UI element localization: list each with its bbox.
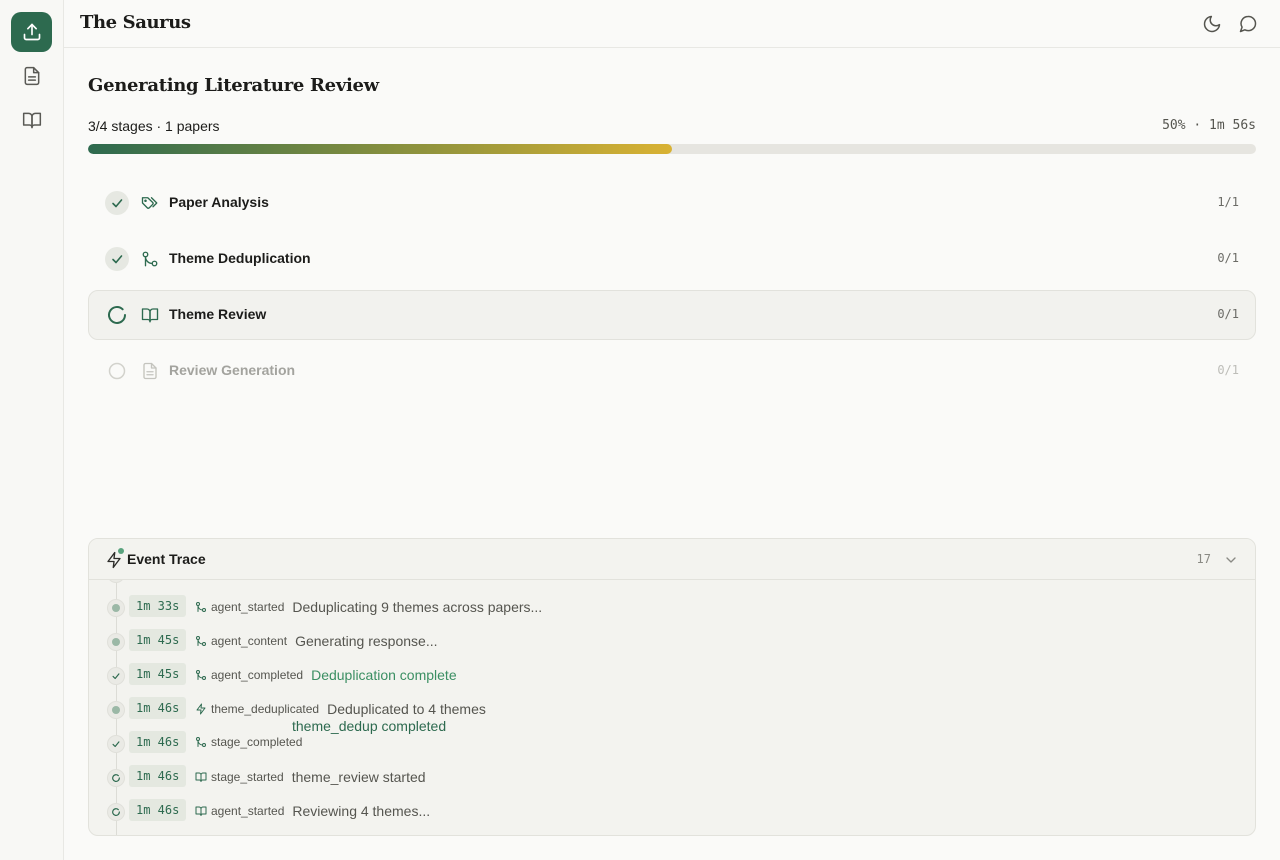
event-marker [107,701,125,719]
top-header: The Saurus [64,0,1280,48]
book-open-icon [22,112,41,129]
stage-count: 1/1 [1217,195,1239,209]
event-type: agent_started Reviewing 4 themes... [195,803,430,819]
chat-button[interactable] [1238,14,1258,34]
stage-label: Review Generation [169,362,296,378]
app-title: The Saurus [80,12,191,33]
progress-label: 50% · 1m 56s [1162,118,1256,133]
stage-theme-deduplication: Theme Deduplication 0/1 [88,234,1256,284]
event-time: 1m 33s [129,595,187,617]
stage-count: 0/1 [1217,307,1239,321]
event-trace-title: Event Trace [127,551,206,567]
event-type-label: agent_started [211,600,285,614]
event-row: 1m 46s stage_completed theme_dedup complet… [89,718,1255,760]
event-time: 1m 45s [129,663,187,685]
spinner-icon [108,306,126,324]
stage-count: 0/1 [1217,363,1239,377]
stage-label: Paper Analysis [169,194,269,210]
stage-paper-analysis: Paper Analysis 1/1 [88,178,1256,228]
event-type-label: agent_content [211,634,288,648]
sidebar-item-upload[interactable] [11,12,52,52]
theme-toggle-button[interactable] [1202,14,1222,34]
document-icon [24,66,39,86]
event-type-label: stage_started [211,770,284,784]
event-type: agent_content Generating response... [195,633,438,649]
event-row-partial [89,580,1255,590]
stage-summary: 3/4 stages · 1 papers [88,118,220,134]
event-message: Deduplicated to 4 themes [327,701,486,717]
git-merge-icon [142,251,158,267]
event-type: stage_started theme_review started [195,769,426,785]
stage-review-generation: Review Generation 0/1 [88,346,1256,396]
progress-fill [88,144,672,154]
event-marker [107,667,125,685]
chat-icon [1239,15,1257,33]
event-type-label: agent_started [211,804,285,818]
event-count: 17 [1196,552,1211,566]
sidebar [0,0,64,860]
event-message: Deduplicating 9 themes across papers... [292,599,543,615]
event-type-label: agent_completed [211,668,304,682]
sidebar-item-library[interactable] [11,100,52,140]
event-marker [107,633,125,651]
check-circle-icon [105,247,129,271]
event-row: 1m 45s agent_completed Deduplication compl… [89,658,1255,692]
stage-label: Theme Review [169,306,267,322]
event-message: Deduplication complete [311,667,457,683]
git-merge-icon [196,636,206,646]
event-trace-list[interactable]: 1m 33s agent_started Deduplicating 9 theme… [89,580,1255,835]
book-open-icon [195,806,207,816]
event-marker [107,580,125,583]
event-type: agent_completed Deduplication complete [195,667,457,683]
moon-icon [1203,15,1221,33]
event-message: Generating response... [295,633,438,649]
chevron-down-icon[interactable] [1223,552,1239,568]
event-type-label: theme_deduplicated [211,702,320,716]
event-marker [107,769,125,787]
event-message: Reviewing 4 themes... [292,803,431,819]
event-marker [107,599,125,617]
git-merge-icon [196,670,206,680]
event-type-label: stage_completed [211,735,303,749]
event-row: 1m 45s agent_content Generating response..… [89,624,1255,658]
tags-icon [141,197,158,209]
event-time: 1m 46s [129,697,187,719]
book-open-icon [141,308,159,323]
event-type: theme_deduplicated Deduplicated to 4 them… [195,701,486,717]
event-type: stage_completed theme_dedup completed [195,718,446,749]
stage-label: Theme Deduplication [169,250,311,266]
file-text-icon [143,362,157,380]
bolt-icon [196,703,206,715]
event-trace-panel: Event Trace 17 1m 33s agent_started Dedupl… [88,538,1256,836]
page-title: Generating Literature Review [88,75,379,96]
event-message: theme_review started [291,769,426,785]
event-row: 1m 46s stage_started theme_review started [89,760,1255,794]
event-marker [107,735,125,753]
check-circle-icon [105,191,129,215]
event-time: 1m 46s [129,799,187,821]
git-merge-icon [196,737,206,747]
book-open-icon [195,772,207,782]
sidebar-item-documents[interactable] [11,56,52,96]
stage-theme-review: Theme Review 0/1 [88,290,1256,340]
event-time: 1m 46s [129,731,187,753]
event-type: agent_started Deduplicating 9 themes acro… [195,599,542,615]
live-indicator [118,548,124,554]
stage-count: 0/1 [1217,251,1239,265]
empty-circle-icon [108,362,126,380]
event-row: 1m 46s agent_started Reviewing 4 themes... [89,794,1255,828]
event-time: 1m 45s [129,629,187,651]
event-trace-header[interactable]: Event Trace 17 [89,539,1255,580]
progress-bar [88,144,1256,154]
upload-icon [23,23,40,41]
git-merge-icon [196,602,206,612]
event-time: 1m 46s [129,765,187,787]
event-marker [107,803,125,821]
event-row: 1m 33s agent_started Deduplicating 9 theme… [89,590,1255,624]
